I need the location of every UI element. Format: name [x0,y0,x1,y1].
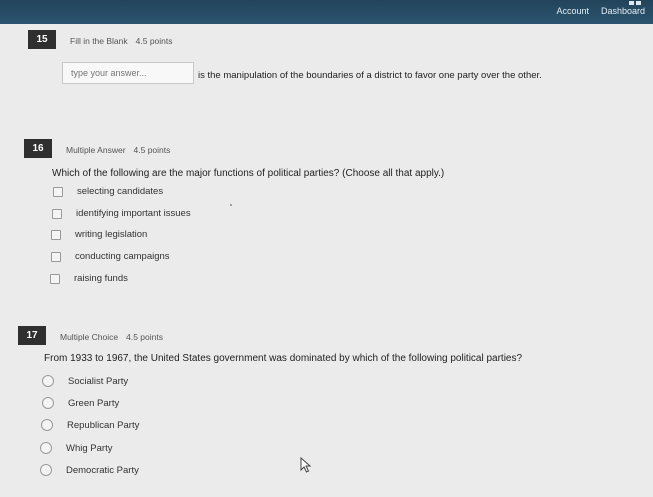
radio-button[interactable] [42,375,54,387]
dashboard-link[interactable]: Dashboard [601,6,645,16]
radio-button[interactable] [42,397,54,409]
option-radio[interactable]: Socialist Party [42,375,128,387]
question-15-meta: Fill in the Blank 4.5 points [70,36,173,46]
option-checkbox[interactable]: selecting candidates [53,186,163,197]
stray-mark [230,204,232,206]
question-points: 4.5 points [126,332,163,342]
question-number-16: 16 [24,139,52,158]
fill-in-blank-input[interactable] [62,62,194,84]
checkbox[interactable] [51,251,61,262]
question-number-17: 17 [18,326,46,345]
question-type: Multiple Choice [60,332,119,342]
question-16-meta: Multiple Answer 4.5 points [66,145,170,155]
question-16-prompt: Which of the following are the major fun… [52,168,445,179]
question-type: Fill in the Blank [70,36,128,46]
option-label: writing legislation [75,229,148,240]
account-link[interactable]: Account [556,6,589,16]
top-navigation-bar: Account Dashboard [0,0,653,24]
question-17-meta: Multiple Choice 4.5 points [60,332,163,342]
option-label: conducting campaigns [75,251,170,262]
option-label: identifying important issues [76,208,191,219]
option-radio[interactable]: Republican Party [41,419,139,431]
option-label: Republican Party [67,419,140,431]
question-points: 4.5 points [133,145,171,155]
fill-in-blank-text: is the manipulation of the boundaries of… [198,70,542,81]
option-checkbox[interactable]: raising funds [50,273,128,284]
option-label: selecting candidates [77,186,164,197]
checkbox[interactable] [51,229,61,240]
apps-grid-icon [629,1,641,5]
radio-button[interactable] [40,442,52,454]
option-checkbox[interactable]: identifying important issues [52,208,191,219]
radio-button[interactable] [40,464,52,476]
option-label: Whig Party [66,442,113,454]
radio-button[interactable] [41,419,53,431]
question-17-prompt: From 1933 to 1967, the United States gov… [44,353,523,364]
question-points: 4.5 points [135,36,173,46]
checkbox[interactable] [53,186,63,197]
option-radio[interactable]: Green Party [42,397,119,409]
mouse-cursor-icon [300,457,312,473]
option-checkbox[interactable]: writing legislation [51,229,147,240]
option-label: raising funds [74,273,128,284]
option-label: Socialist Party [68,375,129,387]
option-radio[interactable]: Whig Party [40,442,112,454]
question-number-15: 15 [28,30,56,49]
option-checkbox[interactable]: conducting campaigns [51,251,170,262]
option-label: Democratic Party [66,464,139,476]
checkbox[interactable] [52,208,62,219]
option-label: Green Party [68,397,120,409]
option-radio[interactable]: Democratic Party [40,464,139,476]
question-type: Multiple Answer [66,145,126,155]
checkbox[interactable] [50,273,60,284]
